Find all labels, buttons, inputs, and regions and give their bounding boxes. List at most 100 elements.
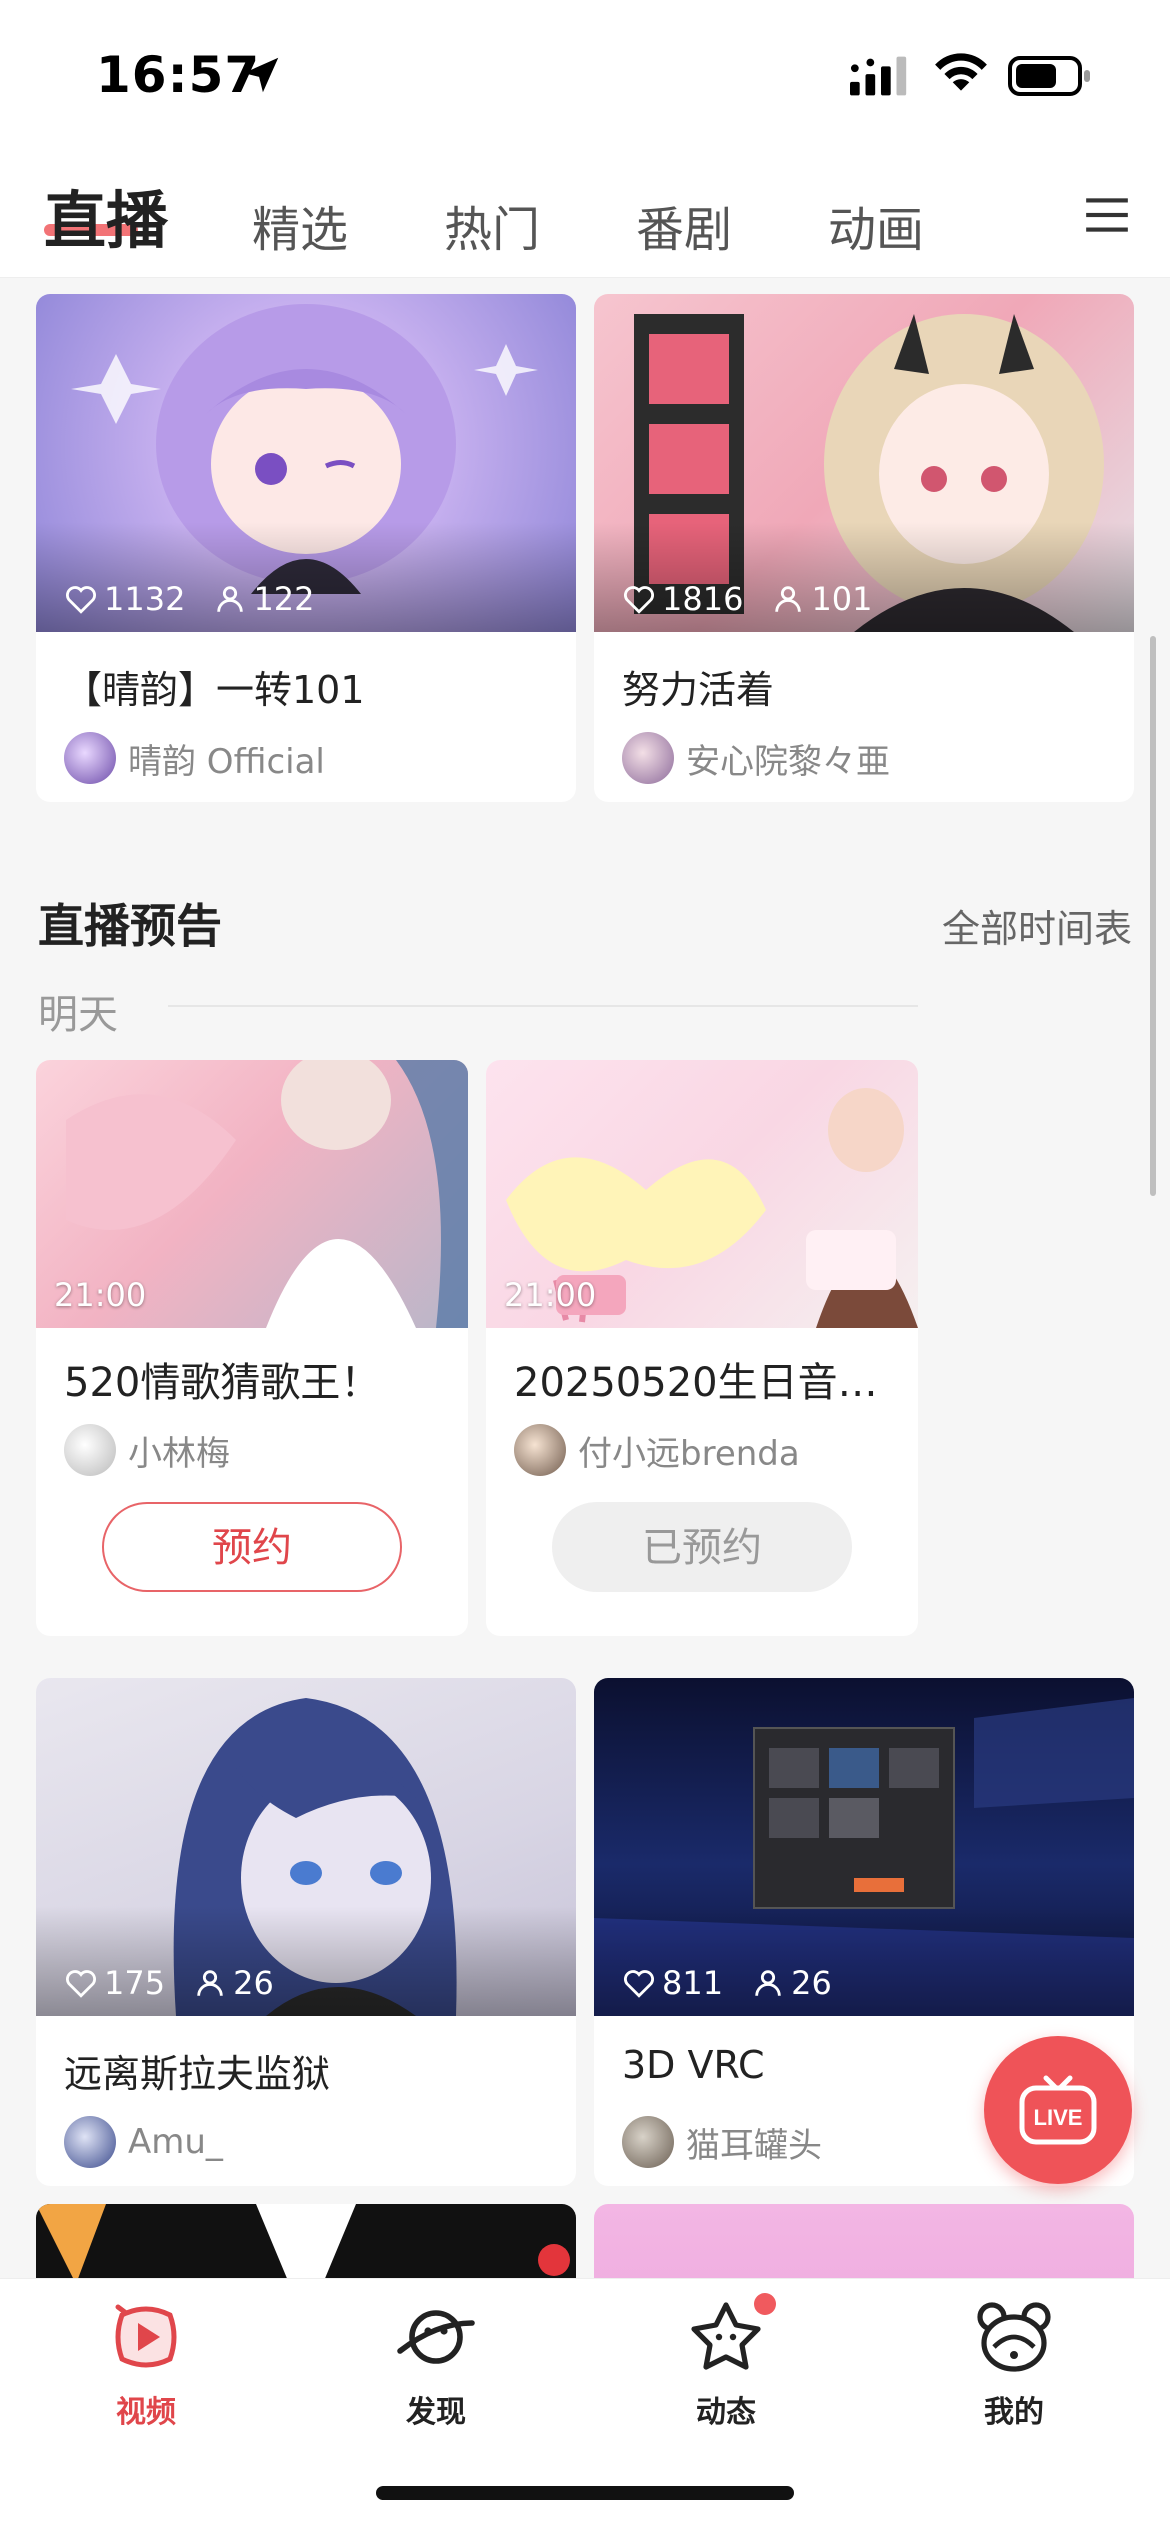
preview-author[interactable]: 小林梅 <box>64 1424 230 1476</box>
live-card[interactable]: 1132 122 【晴韵】一转101 晴韵 Official <box>36 294 576 802</box>
preview-thumbnail: 21:00 <box>36 1060 468 1328</box>
live-card[interactable] <box>36 2204 576 2278</box>
like-count: 1816 <box>662 580 744 618</box>
live-thumbnail: 175 26 <box>36 1678 576 2016</box>
home-indicator <box>376 2486 794 2500</box>
live-title: 【晴韵】一转101 <box>64 668 365 712</box>
nav-me-label: 我的 <box>984 2395 1044 2430</box>
preview-card[interactable]: 21:00 520情歌猜歌王！ 小林梅 预约 <box>36 1060 468 1636</box>
tab-animation[interactable]: 动画 <box>828 190 924 260</box>
live-stats: 1132 122 <box>64 580 315 618</box>
person-icon <box>197 1970 223 1996</box>
viewer-count: 26 <box>791 1964 832 2002</box>
viewer-count: 122 <box>253 580 315 618</box>
live-author[interactable]: Amu_ <box>64 2116 223 2168</box>
person-icon <box>755 1970 781 1996</box>
tab-hot[interactable]: 热门 <box>444 190 540 260</box>
like-count: 811 <box>662 1964 724 2002</box>
scrollbar[interactable] <box>1150 636 1156 1196</box>
preview-time: 21:00 <box>504 1276 597 1314</box>
heart-icon <box>66 586 96 614</box>
live-stats: 811 26 <box>622 1964 832 2002</box>
notification-dot <box>754 2293 776 2315</box>
status-time: 16:57 <box>96 46 261 104</box>
like-count: 1132 <box>104 580 186 618</box>
author-name: 小林梅 <box>128 1433 230 1474</box>
tab-featured[interactable]: 精选 <box>252 190 348 260</box>
live-thumbnail <box>36 2204 576 2278</box>
author-name: Amu_ <box>128 2122 223 2162</box>
fox-ears-illustration <box>36 2204 570 2278</box>
avatar <box>514 1424 566 1476</box>
author-name: 晴韵 Official <box>128 741 325 782</box>
heart-icon <box>66 1970 96 1998</box>
avatar <box>622 732 674 784</box>
section-title: 直播预告 <box>38 899 222 953</box>
reserve-button[interactable]: 预约 <box>102 1502 402 1592</box>
live-stats: 175 26 <box>64 1964 274 2002</box>
live-card[interactable] <box>594 2204 1134 2278</box>
nav-video[interactable]: 视频 <box>66 2299 226 2439</box>
live-title: 3D VRC <box>622 2043 765 2087</box>
avatar <box>622 2116 674 2168</box>
full-schedule-link[interactable]: 全部时间表 <box>942 898 1132 953</box>
avatar <box>64 732 116 784</box>
heart-icon <box>624 586 654 614</box>
preview-card[interactable]: 21:00 20250520生日音… 付小远brenda 已预约 <box>486 1060 918 1636</box>
divider <box>168 1005 918 1007</box>
live-fab-label: LIVE <box>1034 2105 1083 2130</box>
day-label: 明天 <box>38 992 118 1038</box>
preview-author[interactable]: 付小远brenda <box>514 1424 800 1476</box>
avatar <box>64 1424 116 1476</box>
video-icon <box>115 2304 177 2368</box>
preview-title: 20250520生日音… <box>514 1360 878 1406</box>
status-bar: 16:57 <box>0 0 1170 150</box>
live-thumbnail: 811 26 <box>594 1678 1134 2016</box>
avatar <box>64 2116 116 2168</box>
live-stats: 1816 101 <box>622 580 873 618</box>
like-count: 175 <box>104 1964 166 2002</box>
nav-discover-label: 发现 <box>406 2395 466 2430</box>
live-author[interactable]: 安心院黎々亜 <box>622 732 890 784</box>
live-card[interactable]: 1816 101 努力活着 安心院黎々亜 <box>594 294 1134 802</box>
location-arrow-icon <box>243 57 279 93</box>
preview-time: 21:00 <box>54 1276 147 1314</box>
live-author[interactable]: 晴韵 Official <box>64 732 325 784</box>
live-feed: 1132 122 【晴韵】一转101 晴韵 Official 1816 101 … <box>0 278 1170 2278</box>
live-author[interactable]: 猫耳罐头 <box>622 2116 822 2168</box>
top-tab-bar: 直播 精选 热门 番剧 动画 <box>0 150 1170 278</box>
live-thumbnail <box>594 2204 1134 2278</box>
live-tv-icon: LIVE <box>1019 2075 1097 2145</box>
wifi-icon <box>935 53 987 91</box>
preview-title: 520情歌猜歌王！ <box>64 1360 381 1406</box>
nav-feed[interactable]: 动态 <box>646 2293 806 2439</box>
live-card[interactable]: 175 26 远离斯拉夫监狱 Amu_ <box>36 1678 576 2186</box>
live-thumbnail: 1132 122 <box>36 294 576 632</box>
star-face-icon <box>691 2302 761 2370</box>
author-name: 猫耳罐头 <box>686 2125 822 2166</box>
tab-bangumi[interactable]: 番剧 <box>636 190 732 260</box>
live-thumbnail: 1816 101 <box>594 294 1134 632</box>
nav-feed-label: 动态 <box>696 2395 756 2430</box>
nav-me[interactable]: 我的 <box>934 2299 1094 2439</box>
live-fab-button[interactable]: LIVE <box>984 2036 1132 2184</box>
live-title: 努力活着 <box>622 668 775 712</box>
nav-discover[interactable]: 发现 <box>356 2299 516 2439</box>
tab-live[interactable]: 直播 <box>44 170 168 260</box>
reserved-button[interactable]: 已预约 <box>552 1502 852 1592</box>
battery-icon <box>1008 56 1090 96</box>
preview-thumbnail: 21:00 <box>486 1060 918 1328</box>
planet-icon <box>397 2310 475 2364</box>
person-icon <box>217 586 244 612</box>
hamburger-menu-icon[interactable] <box>1082 190 1132 240</box>
nav-video-label: 视频 <box>116 2395 176 2430</box>
person-icon <box>775 586 802 612</box>
heart-icon <box>624 1970 654 1998</box>
bear-icon <box>977 2302 1051 2372</box>
author-name: 安心院黎々亜 <box>686 741 890 782</box>
author-name: 付小远brenda <box>578 1433 800 1474</box>
viewer-count: 101 <box>811 580 873 618</box>
viewer-count: 26 <box>233 1964 274 2002</box>
live-title: 远离斯拉夫监狱 <box>64 2052 331 2096</box>
cellular-signal-icon <box>850 56 907 96</box>
